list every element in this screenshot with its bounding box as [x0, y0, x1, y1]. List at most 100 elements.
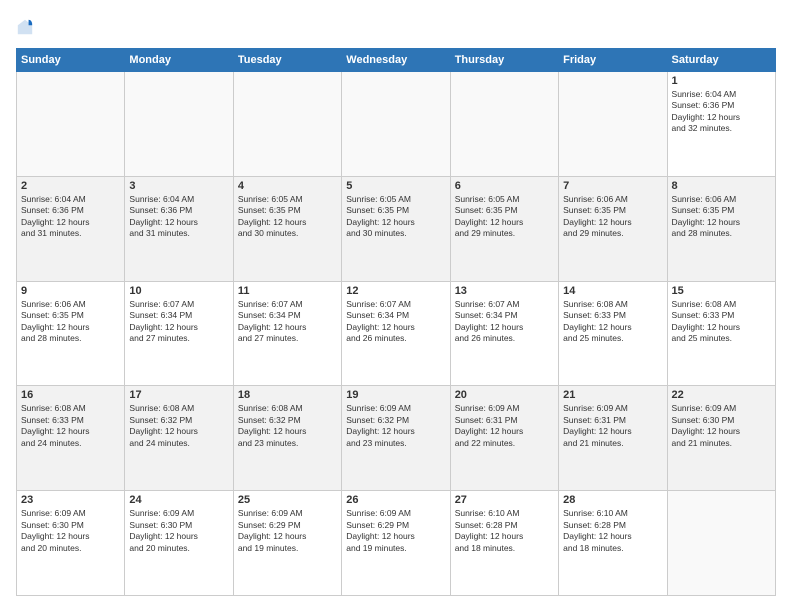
cell-date-number: 28: [563, 494, 662, 506]
col-header-thursday: Thursday: [450, 49, 558, 72]
cell-date-number: 7: [563, 180, 662, 192]
calendar-cell: 24 Sunrise: 6:09 AM Sunset: 6:30 PM Dayli…: [125, 491, 233, 596]
calendar-cell: 25 Sunrise: 6:09 AM Sunset: 6:29 PM Dayli…: [233, 491, 341, 596]
cell-date-number: 10: [129, 285, 228, 297]
calendar-cell: 17 Sunrise: 6:08 AM Sunset: 6:32 PM Dayli…: [125, 386, 233, 491]
calendar-cell: 12 Sunrise: 6:07 AM Sunset: 6:34 PM Dayli…: [342, 281, 450, 386]
cell-info-text: Sunrise: 6:09 AM Sunset: 6:32 PM Dayligh…: [346, 403, 445, 449]
week-row-1: 1 Sunrise: 6:04 AM Sunset: 6:36 PM Daylig…: [17, 72, 776, 177]
col-header-saturday: Saturday: [667, 49, 775, 72]
cell-info-text: Sunrise: 6:08 AM Sunset: 6:33 PM Dayligh…: [21, 403, 120, 449]
cell-date-number: 22: [672, 389, 771, 401]
calendar-cell: [559, 72, 667, 177]
cell-date-number: 25: [238, 494, 337, 506]
calendar-cell: 20Sunrise: 6:09 AM Sunset: 6:31 PM Dayli…: [450, 386, 558, 491]
cell-info-text: Sunrise: 6:09 AM Sunset: 6:29 PM Dayligh…: [238, 508, 337, 554]
logo: [16, 16, 36, 38]
cell-date-number: 14: [563, 285, 662, 297]
calendar-cell: [233, 72, 341, 177]
cell-date-number: 27: [455, 494, 554, 506]
cell-date-number: 8: [672, 180, 771, 192]
calendar-cell: 28 Sunrise: 6:10 AM Sunset: 6:28 PM Dayli…: [559, 491, 667, 596]
week-row-2: 2 Sunrise: 6:04 AM Sunset: 6:36 PM Daylig…: [17, 176, 776, 281]
logo-icon: [16, 18, 34, 36]
cell-date-number: 17: [129, 389, 228, 401]
cell-date-number: 1: [672, 75, 771, 87]
cell-info-text: Sunrise: 6:07 AM Sunset: 6:34 PM Dayligh…: [346, 299, 445, 345]
cell-info-text: Sunrise: 6:04 AM Sunset: 6:36 PM Dayligh…: [21, 194, 120, 240]
calendar-cell: 10 Sunrise: 6:07 AM Sunset: 6:34 PM Dayli…: [125, 281, 233, 386]
calendar-cell: [17, 72, 125, 177]
calendar-table: SundayMondayTuesdayWednesdayThursdayFrid…: [16, 48, 776, 596]
cell-info-text: Sunrise: 6:10 AM Sunset: 6:28 PM Dayligh…: [455, 508, 554, 554]
calendar-cell: 7 Sunrise: 6:06 AM Sunset: 6:35 PM Daylig…: [559, 176, 667, 281]
cell-info-text: Sunrise: 6:06 AM Sunset: 6:35 PM Dayligh…: [672, 194, 771, 240]
calendar-cell: 8 Sunrise: 6:06 AM Sunset: 6:35 PM Daylig…: [667, 176, 775, 281]
cell-date-number: 15: [672, 285, 771, 297]
cell-info-text: Sunrise: 6:06 AM Sunset: 6:35 PM Dayligh…: [21, 299, 120, 345]
cell-date-number: 21: [563, 389, 662, 401]
calendar-cell: 14 Sunrise: 6:08 AM Sunset: 6:33 PM Dayli…: [559, 281, 667, 386]
header: [16, 16, 776, 38]
cell-info-text: Sunrise: 6:09 AM Sunset: 6:30 PM Dayligh…: [129, 508, 228, 554]
page-container: SundayMondayTuesdayWednesdayThursdayFrid…: [0, 0, 792, 612]
calendar-cell: [667, 491, 775, 596]
cell-info-text: Sunrise: 6:07 AM Sunset: 6:34 PM Dayligh…: [238, 299, 337, 345]
week-row-4: 16 Sunrise: 6:08 AM Sunset: 6:33 PM Dayli…: [17, 386, 776, 491]
cell-info-text: Sunrise: 6:06 AM Sunset: 6:35 PM Dayligh…: [563, 194, 662, 240]
cell-info-text: Sunrise: 6:04 AM Sunset: 6:36 PM Dayligh…: [129, 194, 228, 240]
calendar-cell: 15 Sunrise: 6:08 AM Sunset: 6:33 PM Dayli…: [667, 281, 775, 386]
cell-info-text: Sunrise: 6:10 AM Sunset: 6:28 PM Dayligh…: [563, 508, 662, 554]
calendar-cell: [342, 72, 450, 177]
calendar-cell: 9 Sunrise: 6:06 AM Sunset: 6:35 PM Daylig…: [17, 281, 125, 386]
cell-date-number: 16: [21, 389, 120, 401]
calendar-cell: 18Sunrise: 6:08 AM Sunset: 6:32 PM Dayli…: [233, 386, 341, 491]
calendar-cell: [450, 72, 558, 177]
cell-date-number: 9: [21, 285, 120, 297]
cell-info-text: Sunrise: 6:09 AM Sunset: 6:29 PM Dayligh…: [346, 508, 445, 554]
calendar-cell: 26Sunrise: 6:09 AM Sunset: 6:29 PM Dayli…: [342, 491, 450, 596]
calendar-cell: 19 Sunrise: 6:09 AM Sunset: 6:32 PM Dayli…: [342, 386, 450, 491]
calendar-cell: 5 Sunrise: 6:05 AM Sunset: 6:35 PM Daylig…: [342, 176, 450, 281]
calendar-cell: 2 Sunrise: 6:04 AM Sunset: 6:36 PM Daylig…: [17, 176, 125, 281]
calendar-cell: 23 Sunrise: 6:09 AM Sunset: 6:30 PM Dayli…: [17, 491, 125, 596]
calendar-cell: 4 Sunrise: 6:05 AM Sunset: 6:35 PM Daylig…: [233, 176, 341, 281]
calendar-cell: 3 Sunrise: 6:04 AM Sunset: 6:36 PM Daylig…: [125, 176, 233, 281]
cell-info-text: Sunrise: 6:09 AM Sunset: 6:30 PM Dayligh…: [672, 403, 771, 449]
cell-info-text: Sunrise: 6:05 AM Sunset: 6:35 PM Dayligh…: [238, 194, 337, 240]
calendar-cell: 6 Sunrise: 6:05 AM Sunset: 6:35 PM Daylig…: [450, 176, 558, 281]
calendar-cell: [125, 72, 233, 177]
col-header-wednesday: Wednesday: [342, 49, 450, 72]
calendar-header-row: SundayMondayTuesdayWednesdayThursdayFrid…: [17, 49, 776, 72]
cell-date-number: 3: [129, 180, 228, 192]
calendar-cell: 16 Sunrise: 6:08 AM Sunset: 6:33 PM Dayli…: [17, 386, 125, 491]
cell-info-text: Sunrise: 6:07 AM Sunset: 6:34 PM Dayligh…: [129, 299, 228, 345]
week-row-3: 9 Sunrise: 6:06 AM Sunset: 6:35 PM Daylig…: [17, 281, 776, 386]
cell-date-number: 11: [238, 285, 337, 297]
cell-date-number: 23: [21, 494, 120, 506]
cell-info-text: Sunrise: 6:04 AM Sunset: 6:36 PM Dayligh…: [672, 89, 771, 135]
calendar-cell: 1 Sunrise: 6:04 AM Sunset: 6:36 PM Daylig…: [667, 72, 775, 177]
cell-date-number: 24: [129, 494, 228, 506]
cell-info-text: Sunrise: 6:08 AM Sunset: 6:33 PM Dayligh…: [672, 299, 771, 345]
week-row-5: 23 Sunrise: 6:09 AM Sunset: 6:30 PM Dayli…: [17, 491, 776, 596]
cell-info-text: Sunrise: 6:05 AM Sunset: 6:35 PM Dayligh…: [455, 194, 554, 240]
cell-date-number: 5: [346, 180, 445, 192]
cell-info-text: Sunrise: 6:08 AM Sunset: 6:32 PM Dayligh…: [129, 403, 228, 449]
col-header-friday: Friday: [559, 49, 667, 72]
cell-date-number: 4: [238, 180, 337, 192]
col-header-monday: Monday: [125, 49, 233, 72]
cell-info-text: Sunrise: 6:05 AM Sunset: 6:35 PM Dayligh…: [346, 194, 445, 240]
cell-date-number: 2: [21, 180, 120, 192]
cell-date-number: 12: [346, 285, 445, 297]
col-header-sunday: Sunday: [17, 49, 125, 72]
cell-info-text: Sunrise: 6:09 AM Sunset: 6:30 PM Dayligh…: [21, 508, 120, 554]
cell-info-text: Sunrise: 6:08 AM Sunset: 6:33 PM Dayligh…: [563, 299, 662, 345]
cell-info-text: Sunrise: 6:07 AM Sunset: 6:34 PM Dayligh…: [455, 299, 554, 345]
calendar-cell: 27 Sunrise: 6:10 AM Sunset: 6:28 PM Dayli…: [450, 491, 558, 596]
cell-date-number: 19: [346, 389, 445, 401]
calendar-cell: 21Sunrise: 6:09 AM Sunset: 6:31 PM Dayli…: [559, 386, 667, 491]
cell-date-number: 13: [455, 285, 554, 297]
cell-date-number: 6: [455, 180, 554, 192]
col-header-tuesday: Tuesday: [233, 49, 341, 72]
